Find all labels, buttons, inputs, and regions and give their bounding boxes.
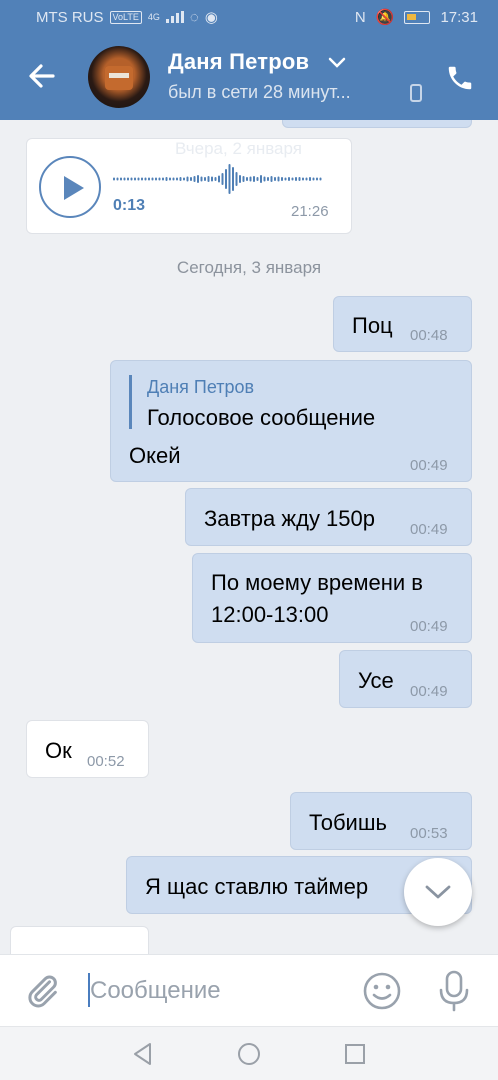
message-list[interactable]: Вчера, 2 января 0:13 21:26 Сегодня, 3 ян… (0, 120, 498, 954)
phone-icon (448, 66, 472, 90)
message-text: Окей (129, 443, 181, 468)
waveform-icon[interactable] (113, 159, 327, 199)
outgoing-message[interactable]: Усе 00:49 (339, 650, 472, 708)
clock: 17:31 (440, 8, 478, 26)
attach-button[interactable] (22, 971, 62, 1011)
voice-record-button[interactable] (434, 969, 474, 1013)
message-input[interactable] (88, 971, 348, 1011)
outgoing-message[interactable]: Завтра жду 150р 00:49 (185, 488, 472, 546)
message-time: 00:49 (410, 618, 448, 635)
smile-icon (363, 972, 401, 1010)
message-time: 00:52 (87, 753, 125, 770)
paperclip-icon (28, 975, 57, 1008)
message-time: 00:48 (410, 327, 448, 344)
signal-icon (165, 11, 184, 23)
outgoing-reply-message[interactable]: Даня Петров Голосовое сообщение Окей 00:… (110, 360, 472, 482)
nav-recents-icon[interactable] (342, 1041, 368, 1067)
outgoing-message[interactable]: По моему времени в 12:00-13:00 00:49 (192, 553, 472, 643)
play-icon[interactable] (39, 156, 101, 218)
back-arrow-icon (29, 64, 55, 88)
mic-icon (439, 970, 469, 1012)
voice-message-bubble[interactable]: Вчера, 2 января 0:13 21:26 (26, 138, 352, 234)
carrier-label: MTS RUS (36, 8, 104, 26)
status-bar: MTS RUS VoLTE 4G ◌ ◉ N 🔕 17:31 (0, 0, 498, 32)
call-button[interactable] (440, 58, 480, 98)
message-text-line-2: 12:00-13:00 (211, 602, 329, 627)
message-time: 00:53 (410, 825, 448, 842)
reply-author[interactable]: Даня Петров (147, 377, 254, 398)
mute-icon: 🔕 (375, 9, 395, 26)
nav-home-icon[interactable] (236, 1041, 262, 1067)
previous-message-bubble[interactable] (282, 120, 472, 128)
volte-badge: VoLTE (109, 10, 142, 24)
message-text: Тобишь (309, 810, 387, 835)
reply-preview[interactable]: Голосовое сообщение (147, 405, 375, 431)
last-seen-status: был в сети 28 минут... (168, 82, 351, 102)
network-type: 4G (147, 12, 160, 22)
message-text: Ок (45, 738, 72, 763)
system-navigation-bar (0, 1026, 498, 1080)
message-time: 21:26 (291, 203, 329, 220)
message-time: 00:49 (410, 683, 448, 700)
outgoing-message[interactable]: Тобишь 00:53 (290, 792, 472, 850)
back-button[interactable] (20, 54, 64, 98)
message-text: Завтра жду 150р (204, 506, 375, 531)
mobile-icon (410, 84, 422, 102)
scroll-down-button[interactable] (404, 858, 472, 926)
contact-name[interactable]: Даня Петров (168, 49, 309, 75)
battery-icon (404, 10, 431, 24)
money-status-icon: ◉ (204, 9, 218, 26)
nav-back-icon[interactable] (130, 1041, 156, 1067)
message-text: Усе (358, 668, 394, 693)
message-text: Поц (352, 313, 393, 338)
chevron-down-icon (425, 885, 451, 899)
emoji-button[interactable] (362, 971, 402, 1011)
message-text: Я щас ставлю таймер (145, 874, 369, 899)
message-time: 00:49 (410, 457, 448, 474)
nfc-icon: N (354, 8, 366, 26)
incoming-message[interactable]: Ок 00:52 (26, 720, 149, 778)
chat-header: Даня Петров был в сети 28 минут... (0, 32, 498, 120)
message-time: 00:49 (410, 521, 448, 538)
message-composer (0, 954, 498, 1026)
reply-quote-bar (129, 375, 132, 429)
date-separator: Сегодня, 3 января (176, 258, 322, 277)
contact-avatar[interactable] (88, 46, 150, 108)
chat-bubble-status-icon: ◌ (189, 8, 199, 26)
faded-date-label: Вчера, 2 января (175, 139, 302, 158)
message-text-line-1: По моему времени в (211, 570, 423, 595)
outgoing-message[interactable]: Поц 00:48 (333, 296, 472, 352)
voice-duration: 0:13 (113, 197, 146, 214)
incoming-message-partial[interactable] (10, 926, 149, 954)
chevron-down-icon[interactable] (328, 57, 346, 69)
